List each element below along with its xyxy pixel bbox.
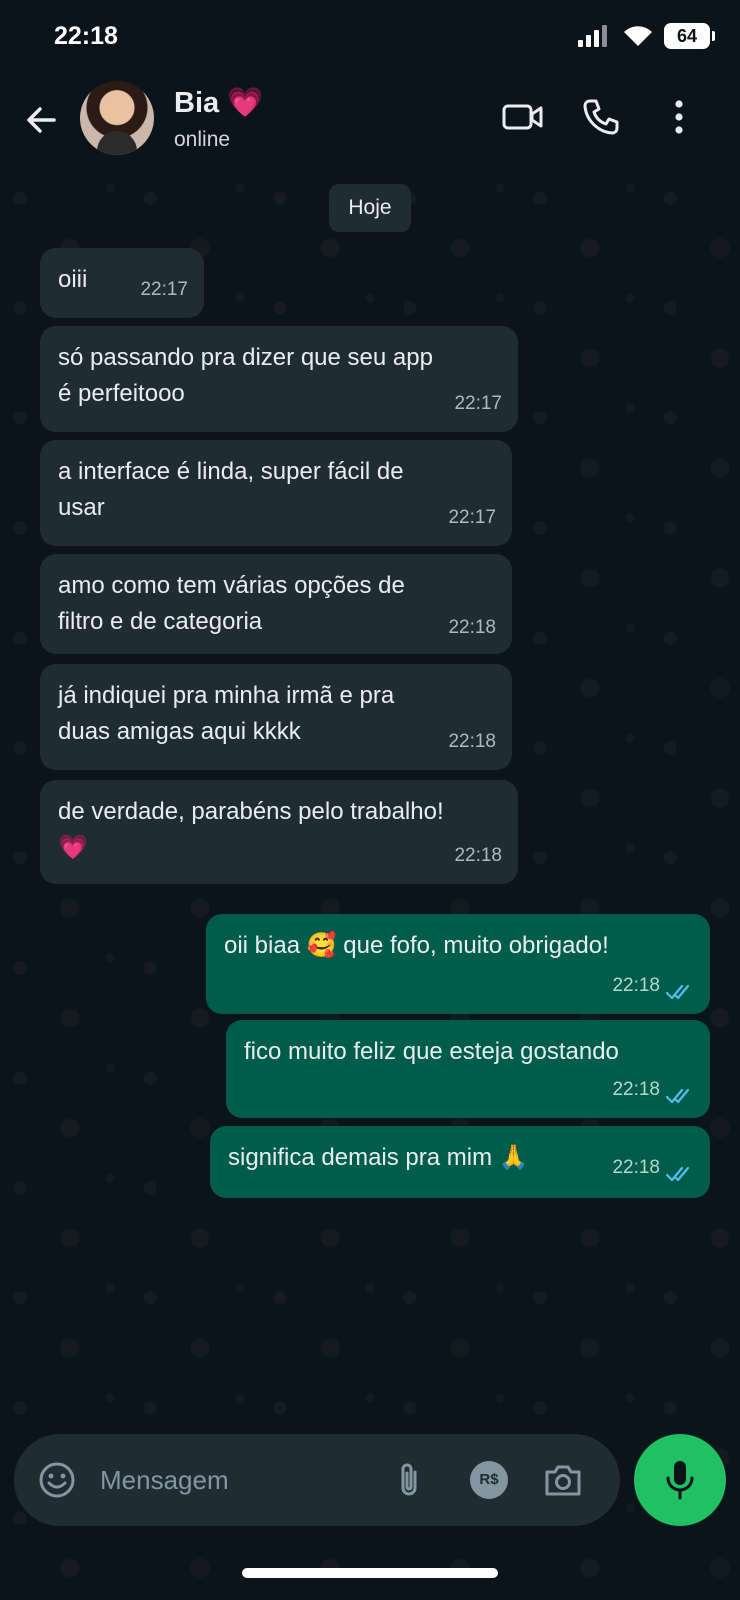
message-line: já indiquei pra minha irmã e pra [58, 682, 395, 709]
message-time: 22:18 [448, 731, 496, 752]
status-bar: 22:18 64 [0, 0, 740, 72]
home-indicator[interactable] [242, 1568, 498, 1578]
more-options-button[interactable] [654, 92, 704, 142]
battery-level: 64 [676, 26, 698, 46]
message-bubble-incoming[interactable]: amo como tem várias opções de filtro e d… [40, 554, 512, 654]
payment-label: R$ [479, 1471, 499, 1488]
contact-name[interactable]: Bia 💗 [174, 86, 263, 120]
contact-status: online [174, 128, 231, 151]
camera-icon [545, 1465, 581, 1496]
attach-icon [401, 1463, 417, 1496]
message-time: 22:17 [454, 393, 502, 414]
message-line: amo como tem várias opções de [58, 572, 405, 599]
date-chip: Hoje [329, 184, 411, 232]
mic-button[interactable] [634, 1434, 726, 1526]
message-text: significa demais pra mim 🙏 [228, 1144, 529, 1171]
payment-icon: R$ [470, 1461, 508, 1499]
attach-button[interactable] [386, 1457, 432, 1503]
message-bubble-outgoing[interactable]: oii biaa 🥰 que fofo, muito obrigado! 22:… [206, 914, 710, 1014]
status-time: 22:18 [54, 22, 118, 50]
message-line: duas amigas aqui kkkk [58, 718, 301, 745]
message-bubble-incoming[interactable]: de verdade, parabéns pelo trabalho! 💗 22… [40, 780, 518, 884]
voice-call-button[interactable] [576, 92, 626, 142]
message-time: 22:18 [448, 617, 496, 638]
phone-icon [583, 99, 619, 135]
message-text: só passando pra dizer que seu app é perf… [58, 340, 433, 412]
message-time: 22:18 [612, 975, 660, 996]
more-vert-icon [675, 100, 683, 134]
message-text: de verdade, parabéns pelo trabalho! 💗 [58, 794, 444, 866]
status-icons: 64 [578, 22, 715, 50]
message-bubble-outgoing[interactable]: significa demais pra mim 🙏 22:18 [210, 1126, 710, 1198]
read-ticks-icon [666, 1088, 690, 1104]
chat-header: Bia 💗 online [0, 72, 740, 168]
back-arrow-icon [27, 107, 56, 133]
message-line: filtro e de categoria [58, 608, 263, 635]
message-input[interactable]: Mensagem [100, 1465, 229, 1496]
message-text: a interface é linda, super fácil de usar [58, 454, 404, 526]
avatar[interactable] [80, 81, 154, 155]
message-text: amo como tem várias opções de filtro e d… [58, 568, 405, 640]
back-button[interactable] [20, 98, 64, 142]
wifi-icon [624, 26, 652, 46]
message-time: 22:17 [448, 507, 496, 528]
read-ticks-icon [666, 984, 690, 1000]
message-composer: Mensagem R$ [14, 1434, 620, 1526]
battery-icon: 64 [664, 23, 715, 49]
message-time: 22:18 [612, 1079, 660, 1100]
chat-area[interactable]: Hoje oiii 22:17 só passando pra dizer qu… [0, 168, 740, 1600]
message-line: usar [58, 494, 105, 521]
message-bubble-incoming[interactable]: já indiquei pra minha irmã e pra duas am… [40, 664, 512, 770]
message-text: já indiquei pra minha irmã e pra duas am… [58, 678, 394, 750]
message-time: 22:18 [454, 845, 502, 866]
signal-icon [578, 25, 607, 47]
message-text: fico muito feliz que esteja gostando [244, 1038, 619, 1065]
message-bubble-outgoing[interactable]: fico muito feliz que esteja gostando 22:… [226, 1020, 710, 1118]
message-bubble-incoming[interactable]: só passando pra dizer que seu app é perf… [40, 326, 518, 432]
message-text: oii biaa 🥰 que fofo, muito obrigado! [224, 932, 609, 959]
contact-name-text: Bia [174, 86, 220, 119]
emoji-icon [39, 1462, 75, 1498]
message-time: 22:17 [140, 279, 188, 300]
read-ticks-icon [666, 1166, 690, 1182]
message-line: 💗 [58, 834, 88, 861]
message-line: de verdade, parabéns pelo trabalho! [58, 798, 444, 825]
camera-button[interactable] [540, 1457, 586, 1503]
video-call-icon [502, 104, 543, 130]
message-text: oiii [58, 266, 88, 293]
mic-icon [666, 1461, 694, 1500]
video-call-button[interactable] [498, 92, 548, 142]
heart-emoji: 💗 [227, 87, 264, 119]
emoji-button[interactable] [34, 1457, 80, 1503]
message-time: 22:18 [612, 1157, 660, 1178]
message-line: a interface é linda, super fácil de [58, 458, 404, 485]
message-bubble-incoming[interactable]: a interface é linda, super fácil de usar… [40, 440, 512, 546]
message-line: é perfeitooo [58, 380, 185, 407]
avatar-body [97, 131, 137, 155]
message-line: só passando pra dizer que seu app [58, 344, 433, 371]
payment-button[interactable]: R$ [466, 1457, 512, 1503]
message-bubble-incoming[interactable]: oiii 22:17 [40, 248, 204, 318]
